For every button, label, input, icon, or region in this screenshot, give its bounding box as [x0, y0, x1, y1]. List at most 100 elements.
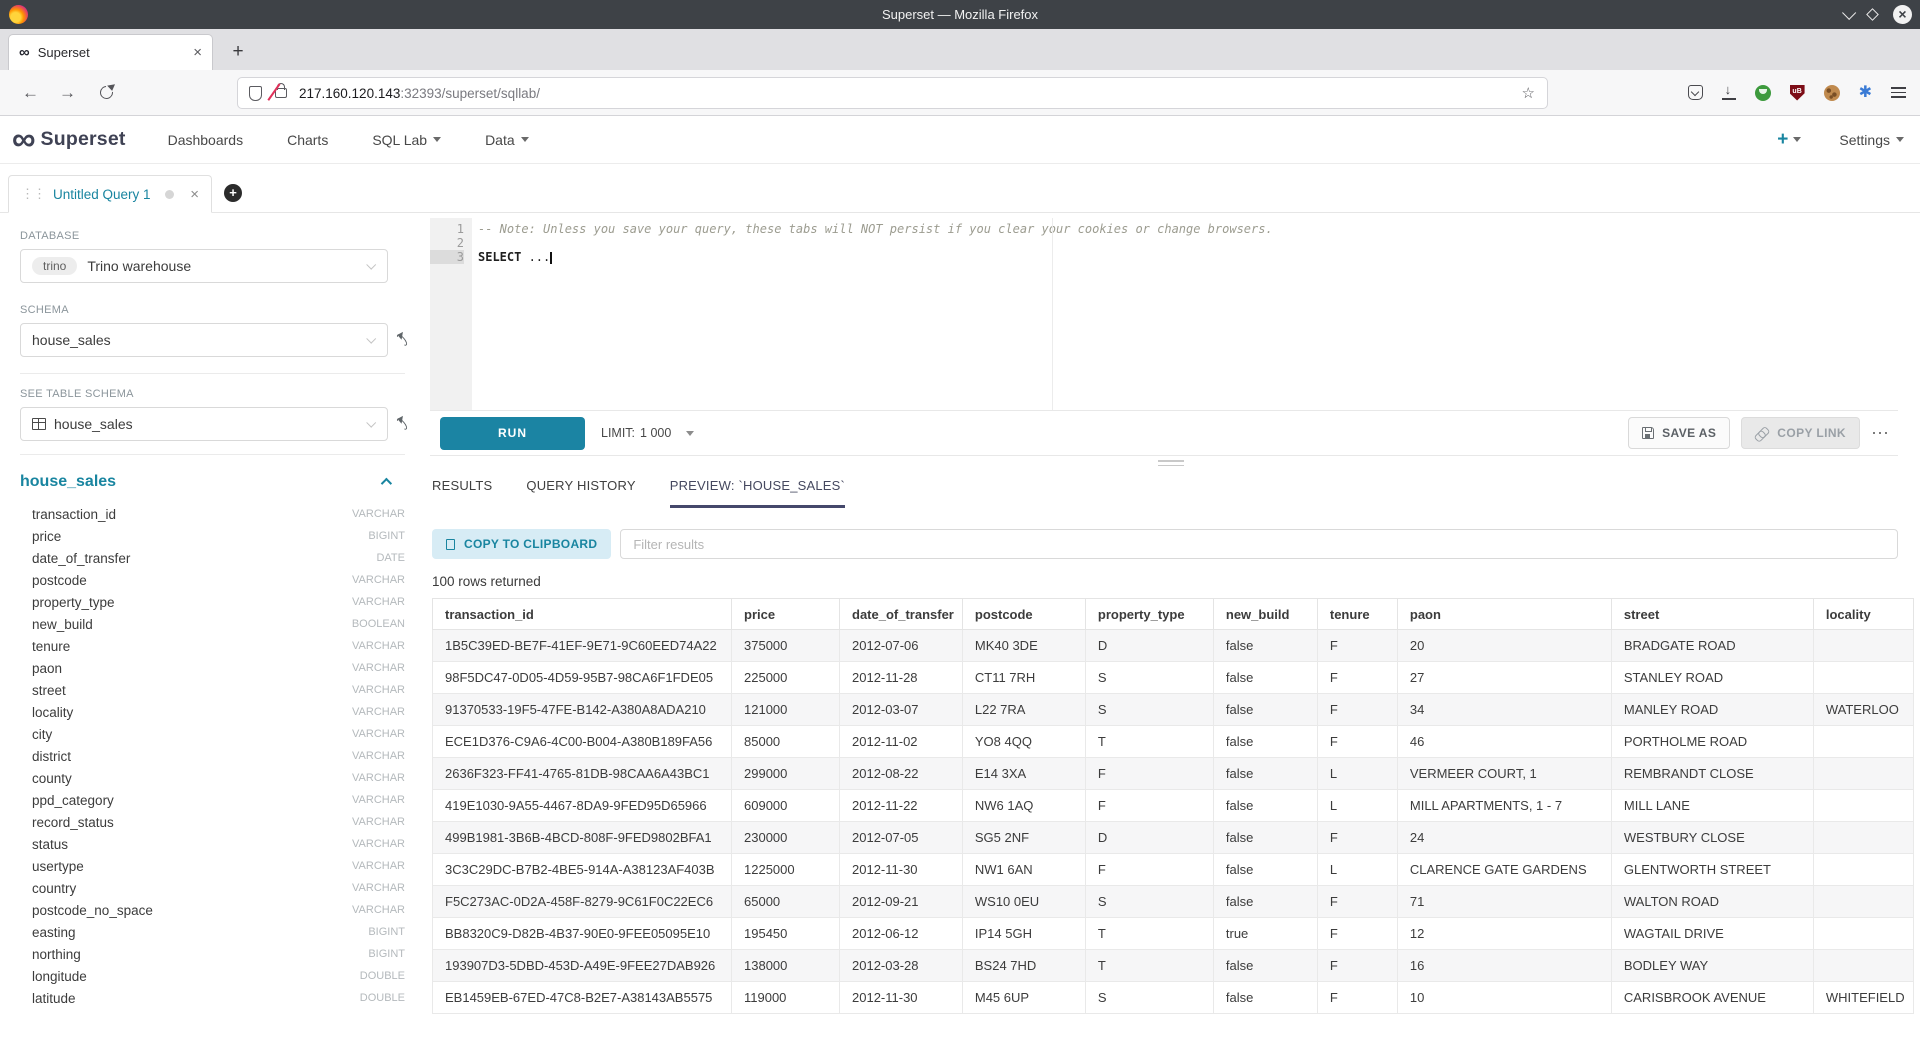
container-asterisk-icon[interactable]: ✱ [1859, 85, 1872, 101]
window-minimize-icon[interactable] [1842, 5, 1856, 19]
new-item-menu[interactable]: + [1777, 130, 1801, 149]
window-maximize-icon[interactable] [1866, 8, 1879, 21]
column-row[interactable]: eastingBIGINT [20, 921, 405, 943]
query-tab-close-icon[interactable]: × [190, 187, 199, 202]
column-row[interactable]: latitudeDOUBLE [20, 987, 405, 1009]
column-row[interactable]: usertypeVARCHAR [20, 855, 405, 877]
table-row[interactable]: 419E1030-9A55-4467-8DA9-9FED95D659666090… [433, 790, 1914, 822]
table-select[interactable]: house_sales [20, 407, 388, 441]
nav-item-charts[interactable]: Charts [287, 132, 328, 148]
table-row[interactable]: 1B5C39ED-BE7F-41EF-9E71-9C60EED74A223750… [433, 630, 1914, 662]
column-header[interactable]: tenure [1317, 599, 1397, 630]
sql-editor[interactable]: 123 -- Note: Unless you save your query,… [430, 218, 1898, 410]
superset-brand[interactable]: ∞ Superset [12, 126, 126, 152]
column-row[interactable]: countyVARCHAR [20, 767, 405, 789]
result-tab-2[interactable]: PREVIEW: `HOUSE_SALES` [670, 478, 845, 508]
column-row[interactable]: cityVARCHAR [20, 723, 405, 745]
refresh-schemas-icon[interactable] [395, 333, 409, 348]
column-header[interactable]: price [732, 599, 840, 630]
add-query-tab-button[interactable]: + [224, 184, 242, 202]
table-row[interactable]: 193907D3-5DBD-453D-A49E-9FEE27DAB9261380… [433, 950, 1914, 982]
forward-icon[interactable]: → [59, 83, 76, 103]
column-row[interactable]: ppd_categoryVARCHAR [20, 789, 405, 811]
database-select[interactable]: trino Trino warehouse [20, 249, 388, 283]
back-icon[interactable]: ← [22, 83, 39, 103]
table-row[interactable]: 91370533-19F5-47FE-B142-A380A8ADA2101210… [433, 694, 1914, 726]
result-tab-0[interactable]: RESULTS [432, 478, 492, 508]
run-button[interactable]: RUN [440, 417, 585, 450]
column-header[interactable]: paon [1397, 599, 1611, 630]
drag-grip-icon[interactable]: ⋮⋮ [21, 186, 45, 202]
column-header[interactable]: property_type [1085, 599, 1213, 630]
column-header[interactable]: transaction_id [433, 599, 732, 630]
result-tab-1[interactable]: QUERY HISTORY [526, 478, 635, 508]
column-row[interactable]: priceBIGINT [20, 525, 405, 547]
refresh-tables-icon[interactable] [395, 417, 409, 432]
column-header[interactable]: street [1611, 599, 1813, 630]
table-row[interactable]: 499B1981-3B6B-4BCD-808F-9FED9802BFA12300… [433, 822, 1914, 854]
pane-resize-handle[interactable] [422, 456, 1920, 470]
column-row[interactable]: postcode_no_spaceVARCHAR [20, 899, 405, 921]
table-row[interactable]: F5C273AC-0D2A-458F-8279-9C61F0C22EC66500… [433, 886, 1914, 918]
column-row[interactable]: localityVARCHAR [20, 701, 405, 723]
column-row[interactable]: new_buildBOOLEAN [20, 613, 405, 635]
column-header[interactable]: postcode [962, 599, 1085, 630]
editor-code[interactable]: -- Note: Unless you save your query, the… [472, 218, 1898, 410]
column-header[interactable]: locality [1813, 599, 1913, 630]
table-row[interactable]: EB1459EB-67ED-47C8-B2E7-A38143AB55751190… [433, 982, 1914, 1014]
bookmark-star-icon[interactable]: ☆ [1522, 84, 1535, 102]
table-name-heading[interactable]: house_sales [20, 473, 116, 491]
column-row[interactable]: paonVARCHAR [20, 657, 405, 679]
new-tab-button[interactable]: + [223, 37, 253, 67]
column-row[interactable]: property_typeVARCHAR [20, 591, 405, 613]
tracking-shield-icon[interactable] [249, 86, 262, 101]
reload-icon[interactable] [97, 83, 115, 101]
table-cell: F [1085, 790, 1213, 822]
column-row[interactable]: longitudeDOUBLE [20, 965, 405, 987]
settings-menu[interactable]: Settings [1839, 132, 1904, 148]
nav-item-dashboards[interactable]: Dashboards [168, 132, 244, 148]
column-row[interactable]: statusVARCHAR [20, 833, 405, 855]
schema-select[interactable]: house_sales [20, 323, 388, 357]
more-actions-button[interactable]: ⋯ [1871, 423, 1890, 444]
tab-close-icon[interactable]: × [193, 45, 202, 60]
column-row[interactable]: northingBIGINT [20, 943, 405, 965]
nav-item-data[interactable]: Data [485, 132, 529, 148]
table-row[interactable]: 2636F323-FF41-4765-81DB-98CAA6A43BC12990… [433, 758, 1914, 790]
table-row[interactable]: ECE1D376-C9A6-4C00-B004-A380B189FA568500… [433, 726, 1914, 758]
table-cell: false [1213, 982, 1317, 1014]
nav-item-sql-lab[interactable]: SQL Lab [372, 132, 441, 148]
column-row[interactable]: streetVARCHAR [20, 679, 405, 701]
copy-to-clipboard-button[interactable]: COPY TO CLIPBOARD [432, 529, 611, 559]
column-row[interactable]: transaction_idVARCHAR [20, 503, 405, 525]
insecure-lock-icon[interactable] [275, 88, 287, 98]
cookie-icon[interactable] [1824, 85, 1840, 101]
editor-rest: ... [521, 250, 550, 264]
column-header[interactable]: date_of_transfer [840, 599, 963, 630]
ublock-icon[interactable]: uB [1790, 85, 1805, 101]
browser-tab[interactable]: ∞ Superset × [8, 34, 213, 70]
hamburger-menu-icon[interactable] [1891, 87, 1906, 98]
column-header[interactable]: new_build [1213, 599, 1317, 630]
column-row[interactable]: date_of_transferDATE [20, 547, 405, 569]
table-row[interactable]: BB8320C9-D82B-4B37-90E0-9FEE05095E101954… [433, 918, 1914, 950]
privacy-mask-icon[interactable] [1755, 85, 1771, 101]
copy-link-button[interactable]: COPY LINK [1741, 417, 1860, 449]
limit-dropdown[interactable]: LIMIT: 1 000 [601, 426, 694, 440]
filter-results-input[interactable] [620, 529, 1898, 559]
table-row[interactable]: 98F5DC47-0D05-4D59-95B7-98CA6F1FDE052250… [433, 662, 1914, 694]
table-row[interactable]: 3C3C29DC-B7B2-4BE5-914A-A38123AF403B1225… [433, 854, 1914, 886]
save-as-button[interactable]: SAVE AS [1628, 417, 1730, 449]
query-tab-untitled[interactable]: ⋮⋮ Untitled Query 1 × [8, 175, 212, 213]
downloads-icon[interactable] [1722, 85, 1736, 100]
pocket-icon[interactable] [1688, 85, 1703, 100]
url-bar[interactable]: 217.160.120.143:32393/superset/sqllab/ ☆ [237, 77, 1548, 109]
column-row[interactable]: record_statusVARCHAR [20, 811, 405, 833]
column-row[interactable]: postcodeVARCHAR [20, 569, 405, 591]
window-close-icon[interactable]: × [1893, 5, 1912, 24]
collapse-chevron-up-icon[interactable] [381, 478, 392, 489]
table-cell: 499B1981-3B6B-4BCD-808F-9FED9802BFA1 [433, 822, 732, 854]
column-row[interactable]: countryVARCHAR [20, 877, 405, 899]
column-row[interactable]: districtVARCHAR [20, 745, 405, 767]
column-row[interactable]: tenureVARCHAR [20, 635, 405, 657]
